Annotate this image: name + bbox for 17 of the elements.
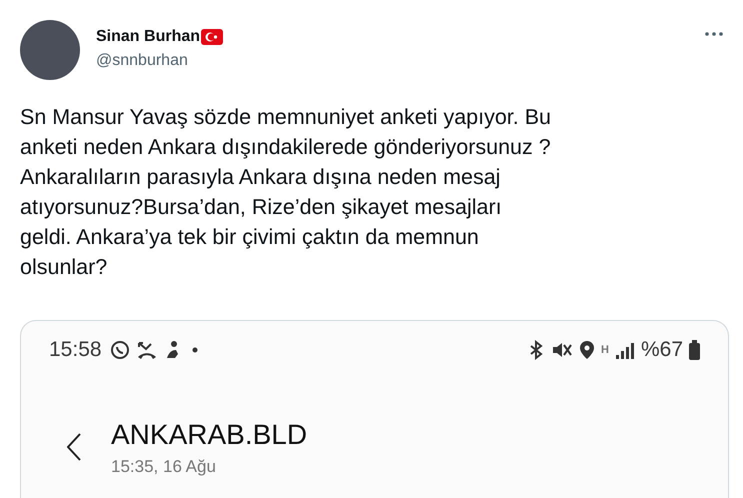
chat-icon bbox=[110, 340, 130, 360]
signal-icon bbox=[614, 341, 635, 359]
mute-icon bbox=[551, 340, 574, 360]
location-icon bbox=[579, 340, 596, 360]
battery-percent: %67 bbox=[640, 338, 683, 362]
author-name[interactable]: Sinan Burhan bbox=[96, 28, 200, 46]
more-icon[interactable] bbox=[705, 32, 723, 36]
missed-call-icon bbox=[136, 340, 158, 360]
tweet-text: Sn Mansur Yavaş sözde memnuniyet anketi yapıyor. Bu anketi neden Ankara dışındakilerede gönderiyorsunuz ? Ankaralıların parasıyla Ankara dışına neden mesaj atıyorsunuz?Bursa’dan, Rize’den şikayet mesajları geldi. Ankara’ya tek bir çivimi çaktın da memnun olsunlar? bbox=[20, 104, 552, 281]
network-type: H bbox=[601, 344, 609, 356]
back-icon[interactable] bbox=[67, 433, 81, 461]
status-time: 15:58 bbox=[49, 338, 102, 362]
author-handle[interactable]: @snnburhan bbox=[96, 52, 689, 70]
message-date: 15:35, 16 Ağu bbox=[111, 457, 217, 477]
flag-icon bbox=[201, 29, 224, 45]
battery-icon bbox=[689, 340, 700, 360]
sender-name: ANKARAB.BLD bbox=[111, 419, 308, 451]
